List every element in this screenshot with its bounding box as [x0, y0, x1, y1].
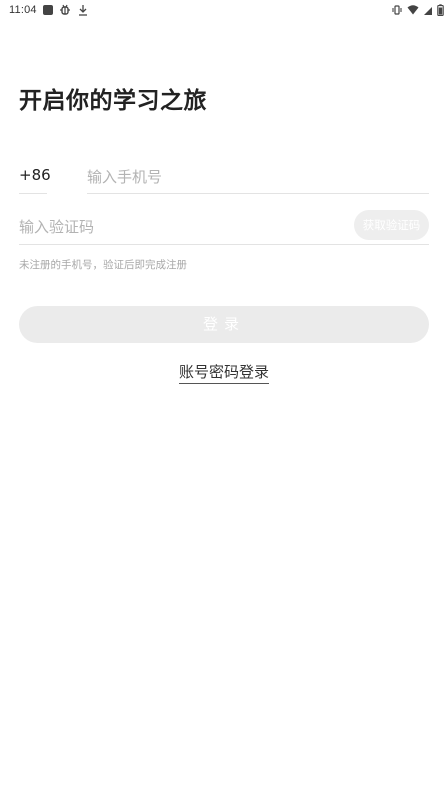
phone-input[interactable]	[87, 161, 429, 194]
account-login-link-row: 账号密码登录	[0, 362, 448, 384]
status-bar-left: 11:04	[9, 3, 89, 17]
battery-icon	[437, 4, 444, 16]
status-bar: 11:04	[0, 0, 448, 20]
square-notification-icon	[42, 5, 53, 15]
status-bar-right	[391, 3, 444, 17]
signal-icon	[423, 4, 433, 16]
register-hint: 未注册的手机号，验证后即完成注册	[19, 259, 187, 271]
account-password-login-link[interactable]: 账号密码登录	[178, 362, 269, 384]
download-icon	[77, 4, 89, 16]
bug-icon	[59, 4, 71, 16]
vibrate-icon	[391, 4, 403, 16]
get-code-button[interactable]: 获取验证码	[354, 210, 429, 240]
page-title: 开启你的学习之旅	[19, 88, 207, 114]
status-time: 11:04	[9, 4, 37, 16]
country-code-selector[interactable]: +86	[19, 163, 51, 194]
wifi-icon	[407, 4, 419, 16]
login-button[interactable]: 登录	[19, 306, 429, 343]
